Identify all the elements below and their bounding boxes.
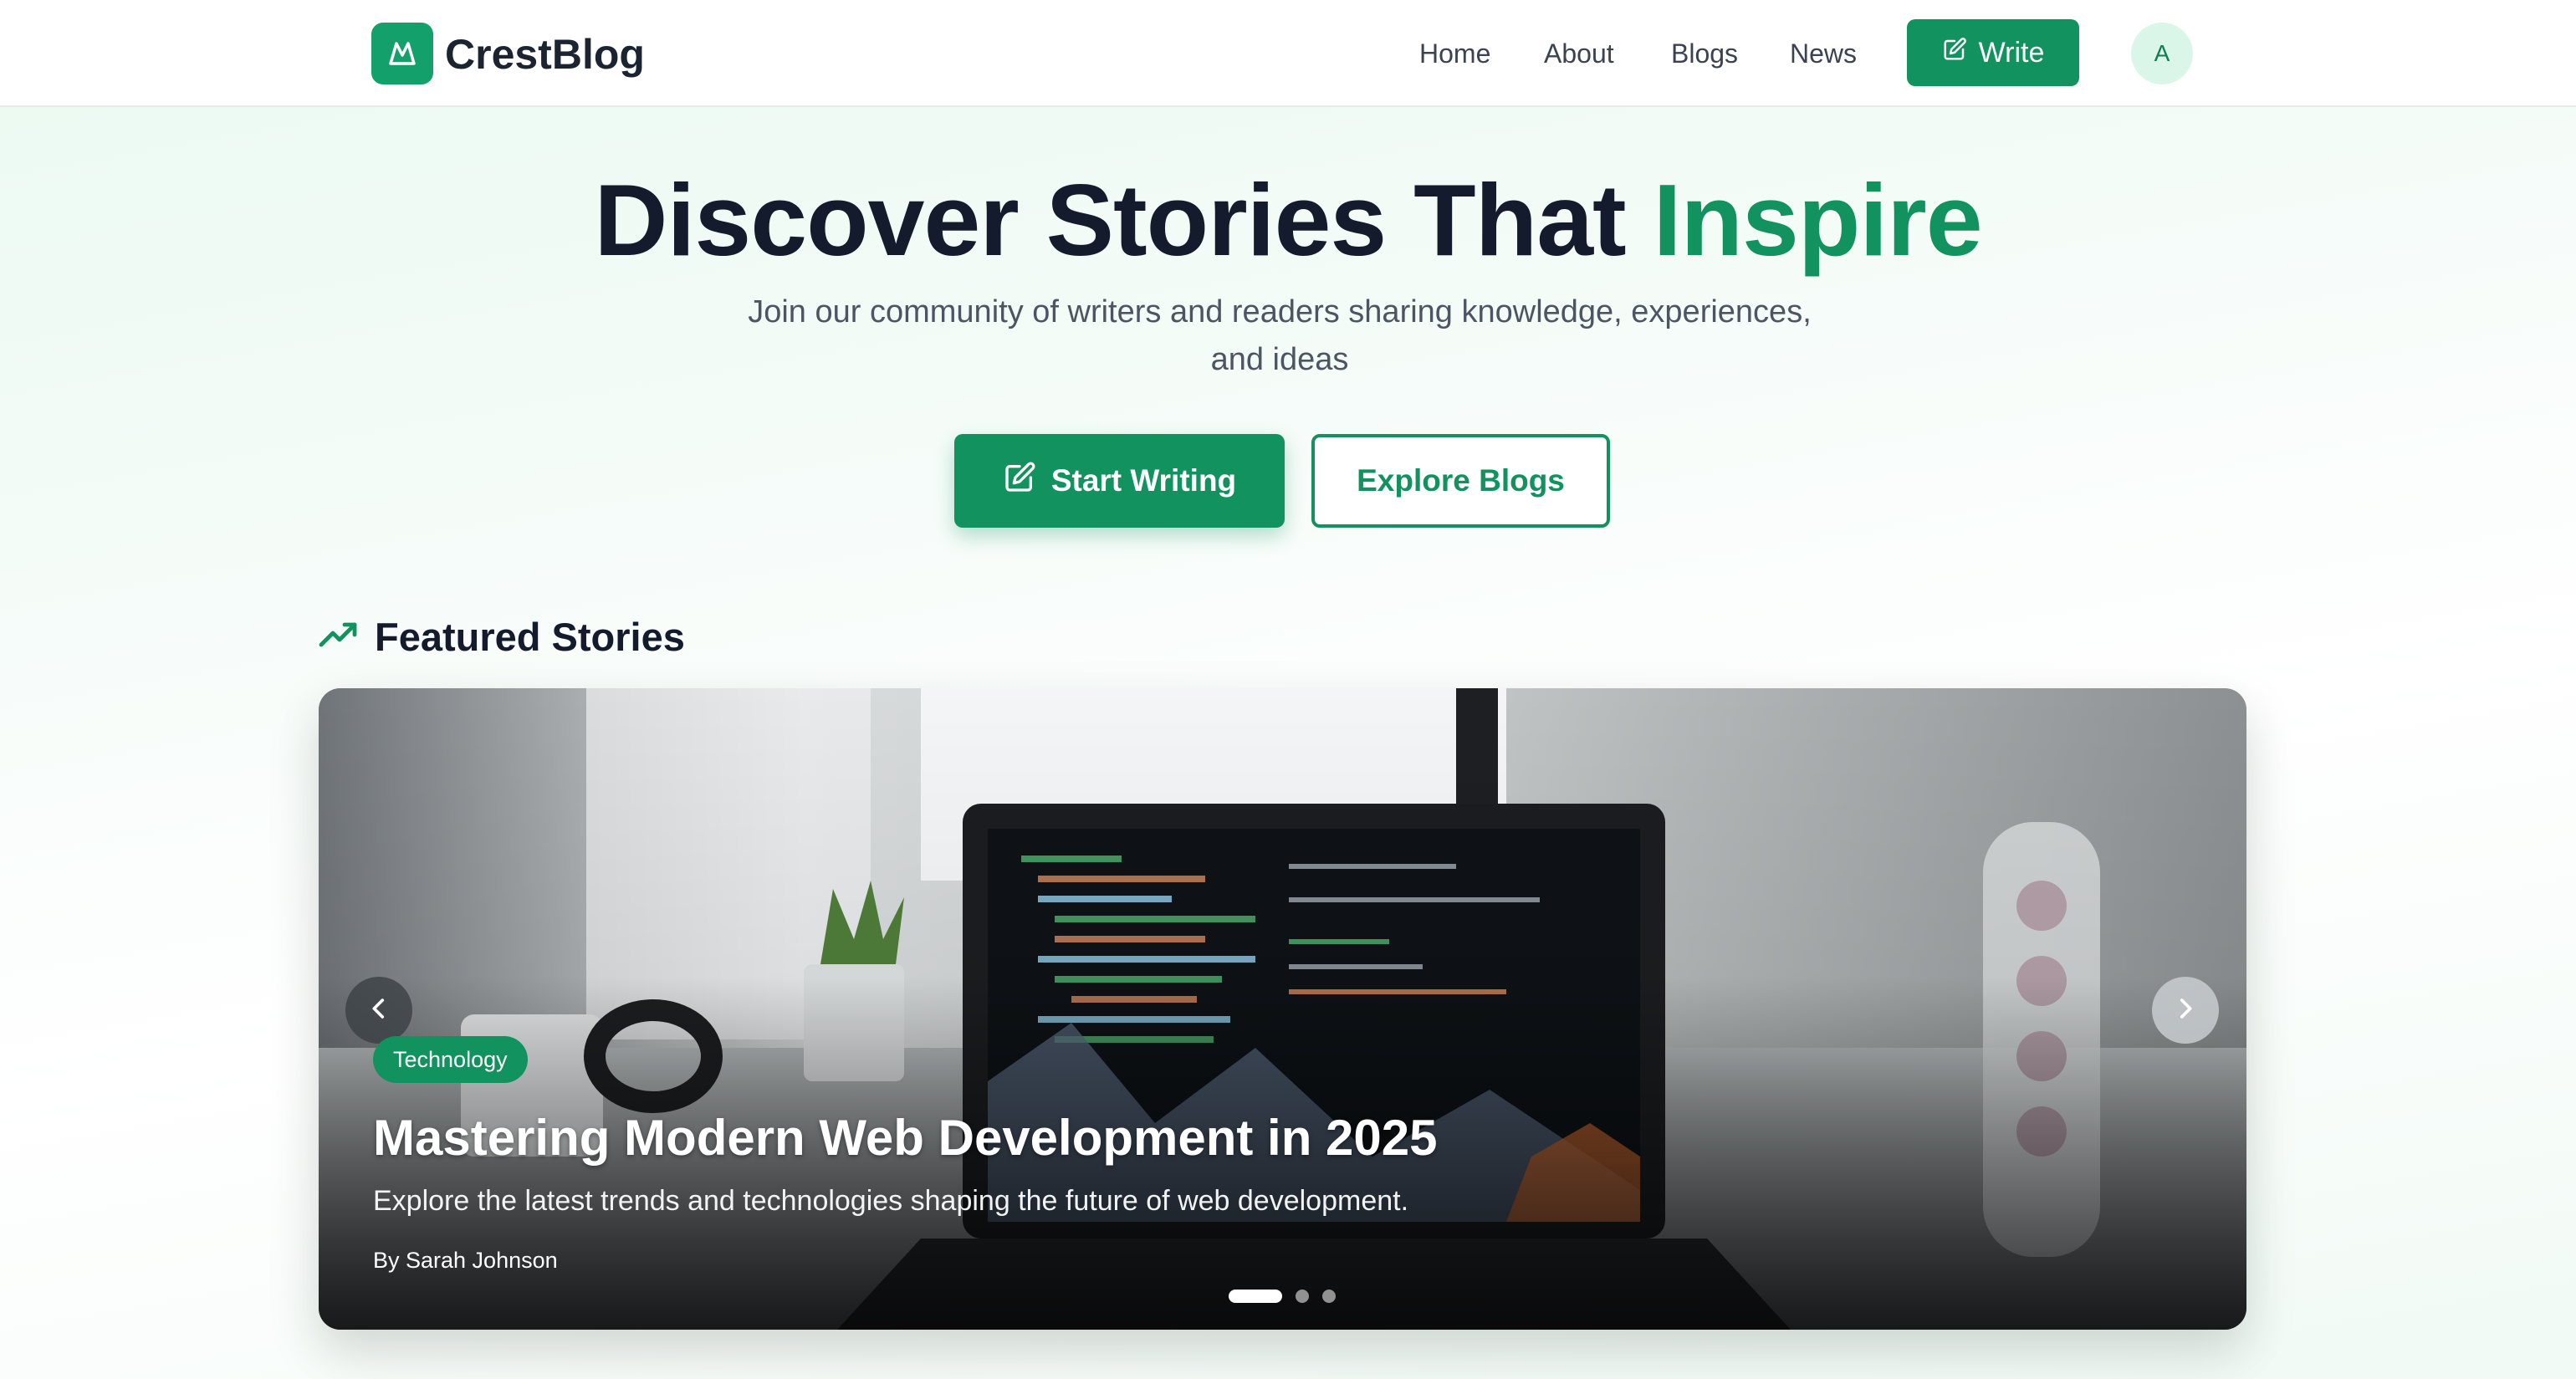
avatar[interactable]: A (2131, 23, 2193, 84)
featured-heading: Featured Stories (318, 607, 685, 666)
start-writing-label: Start Writing (1050, 463, 1237, 498)
category-badge[interactable]: Technology (373, 1036, 528, 1083)
hero-title-main: Discover Stories That (594, 163, 1653, 277)
nav-blogs[interactable]: Blogs (1671, 33, 1738, 74)
explore-blogs-button[interactable]: Explore Blogs (1311, 434, 1610, 528)
carousel-dot-2[interactable] (1296, 1290, 1309, 1303)
story-author: By Sarah Johnson (373, 1248, 558, 1273)
logo-mountain-icon[interactable] (371, 23, 433, 84)
nav-about[interactable]: About (1544, 33, 1614, 74)
hero-title: Discover Stories That Inspire (0, 157, 2576, 283)
nav-news[interactable]: News (1790, 33, 1857, 74)
hero-title-accent: Inspire (1653, 163, 1983, 277)
top-navbar: CrestBlog Home About Blogs News Write A (0, 0, 2576, 107)
trending-up-icon (318, 615, 358, 659)
nav-home[interactable]: Home (1419, 33, 1490, 74)
carousel-dot-3[interactable] (1322, 1290, 1336, 1303)
chevron-left-icon (365, 994, 393, 1027)
edit-icon (1942, 37, 1967, 69)
brand-name[interactable]: CrestBlog (445, 25, 645, 84)
carousel-prev-button[interactable] (345, 977, 412, 1044)
hero-subtitle: Join our community of writers and reader… (748, 294, 1812, 377)
carousel-dot-1[interactable] (1229, 1290, 1282, 1303)
story-title[interactable]: Mastering Modern Web Development in 2025 (373, 1105, 1438, 1172)
write-button-label: Write (1978, 36, 2045, 69)
start-writing-button[interactable]: Start Writing (954, 434, 1285, 528)
carousel-dots (1229, 1289, 1336, 1304)
edit-icon (1003, 461, 1036, 502)
chevron-right-icon (2171, 994, 2200, 1027)
carousel-next-button[interactable] (2152, 977, 2219, 1044)
featured-title: Featured Stories (375, 614, 685, 659)
write-button[interactable]: Write (1907, 19, 2079, 86)
story-description: Explore the latest trends and technologi… (373, 1185, 1409, 1217)
featured-carousel[interactable]: Technology Mastering Modern Web Developm… (319, 688, 2246, 1330)
featured-image (319, 688, 2246, 1330)
